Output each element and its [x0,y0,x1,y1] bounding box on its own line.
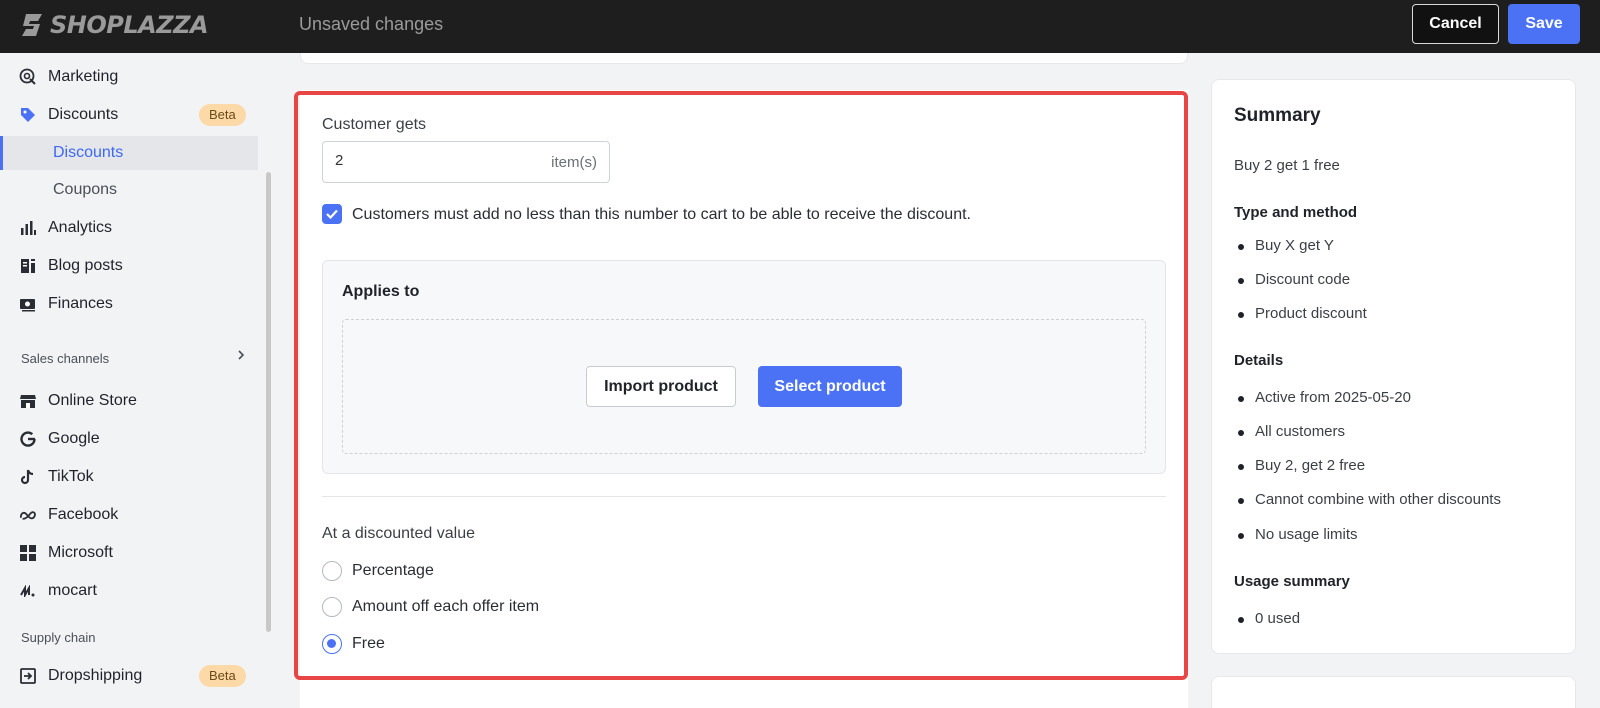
supply-chain-label: Supply chain [21,630,96,645]
product-dropzone [342,319,1146,454]
sidebar-item-label: Finances [48,295,113,312]
sidebar-item-label: Google [48,430,100,447]
discount-tag-icon [19,106,37,124]
option-label[interactable]: Percentage [352,562,434,580]
sidebar-item-analytics[interactable]: Analytics [0,211,258,245]
sidebar-item-tiktok[interactable]: TikTok [0,460,258,494]
summary-list-item: No usage limits [1238,526,1358,543]
sidebar-item-label: Dropshipping [48,667,143,684]
summary-list-item: Buy 2, get 2 free [1237,457,1366,474]
mocart-icon [19,582,37,600]
sales-channels-label[interactable]: Sales channels [21,351,109,366]
chevron-right-icon[interactable] [236,350,246,360]
microsoft-icon [19,544,37,562]
sidebar-item-microsoft[interactable]: Microsoft [0,536,258,570]
sidebar-item-mocart[interactable]: mocart [0,574,258,608]
summary-list-item: All customers [1237,423,1346,440]
details-heading: Details [1234,352,1284,369]
discounted-value-label: At a discounted value [322,525,475,542]
sidebar-subitem-coupons[interactable]: Coupons [0,173,258,207]
sidebar-item-label: Online Store [48,392,137,409]
marketing-icon [19,68,37,86]
sidebar-item-label: Marketing [48,68,119,85]
secondary-panel [1211,676,1576,708]
unsaved-status: Unsaved changes [299,14,444,34]
sidebar-item-label: Analytics [48,219,113,236]
checkmark-icon [326,209,338,220]
section-divider [322,496,1166,497]
applies-to-title: Applies to [342,283,420,300]
dropshipping-icon [19,667,37,685]
sidebar-item-facebook[interactable]: Facebook [0,498,258,532]
tiktok-icon [19,468,37,486]
shoplazza-logo-icon [22,14,42,36]
option-label[interactable]: Amount off each offer item [352,598,539,616]
sidebar-item-label: Discounts [48,106,119,123]
bar-chart-icon [19,219,37,237]
usage-summary-heading: Usage summary [1234,573,1350,590]
summary-subtitle: Buy 2 get 1 free [1234,157,1340,174]
sidebar-item-finances[interactable]: Finances [0,287,258,321]
beta-badge: Beta [199,665,246,687]
google-icon [19,430,37,448]
sidebar-item-label: Microsoft [48,544,113,561]
sidebar-item-online-store[interactable]: Online Store [0,384,258,418]
select-product-button[interactable]: Select product [758,366,902,407]
sidebar-item-label: Facebook [48,506,119,523]
min-quantity-checkbox[interactable] [322,204,342,224]
quantity-suffix: item(s) [551,154,597,171]
percentage-radio[interactable] [322,561,342,581]
summary-list-item: 0 used [1237,610,1301,627]
sidebar-item-discounts[interactable]: Discounts Beta [0,98,258,132]
amount-off-radio[interactable] [322,597,342,617]
sidebar-subitem-discounts[interactable]: Discounts [0,136,258,170]
import-product-button[interactable]: Import product [586,366,736,407]
sidebar-item-blog-posts[interactable]: Blog posts [0,249,258,283]
sidebar-item-label: Discounts [53,144,124,161]
summary-list-item: Buy X get Y [1238,237,1334,254]
customer-gets-label: Customer gets [322,116,427,133]
summary-list-item: Discount code [1237,271,1351,288]
option-label[interactable]: Free [352,635,385,653]
summary-list-item: Product discount [1238,305,1367,322]
beta-badge: Beta [199,104,246,126]
finances-icon [19,295,37,313]
sidebar-item-label: Coupons [53,181,118,198]
top-bar: SHOPLAZZA Unsaved changes Cancel Save [0,0,1600,53]
meta-icon [19,506,37,524]
sidebar-item-label: Blog posts [48,257,123,274]
save-button[interactable]: Save [1508,4,1580,44]
summary-list-item: Cannot combine with other discounts [1238,491,1501,508]
free-radio[interactable] [322,634,342,654]
summary-title: Summary [1234,105,1321,126]
type-method-heading: Type and method [1234,204,1358,221]
min-quantity-checkbox-label[interactable]: Customers must add no less than this num… [352,206,971,224]
cancel-button[interactable]: Cancel [1412,4,1499,44]
store-icon [19,392,37,410]
brand-name: SHOPLAZZA [50,11,209,39]
sidebar-item-marketing[interactable]: Marketing [0,60,258,94]
sidebar-item-label: mocart [48,582,97,599]
previous-card [300,53,1188,64]
sidebar-item-label: TikTok [48,468,94,485]
summary-list-item: Active from 2025-05-20 [1238,389,1411,406]
quantity-field[interactable]: item(s) [322,141,610,183]
shoplazza-logo[interactable]: SHOPLAZZA [20,9,209,41]
sidebar-scrollbar[interactable] [266,172,271,632]
quantity-input[interactable] [335,152,515,169]
sidebar-item-dropshipping[interactable]: Dropshipping Beta [0,659,258,693]
blog-icon [19,257,37,275]
sidebar-item-google[interactable]: Google [0,422,258,456]
